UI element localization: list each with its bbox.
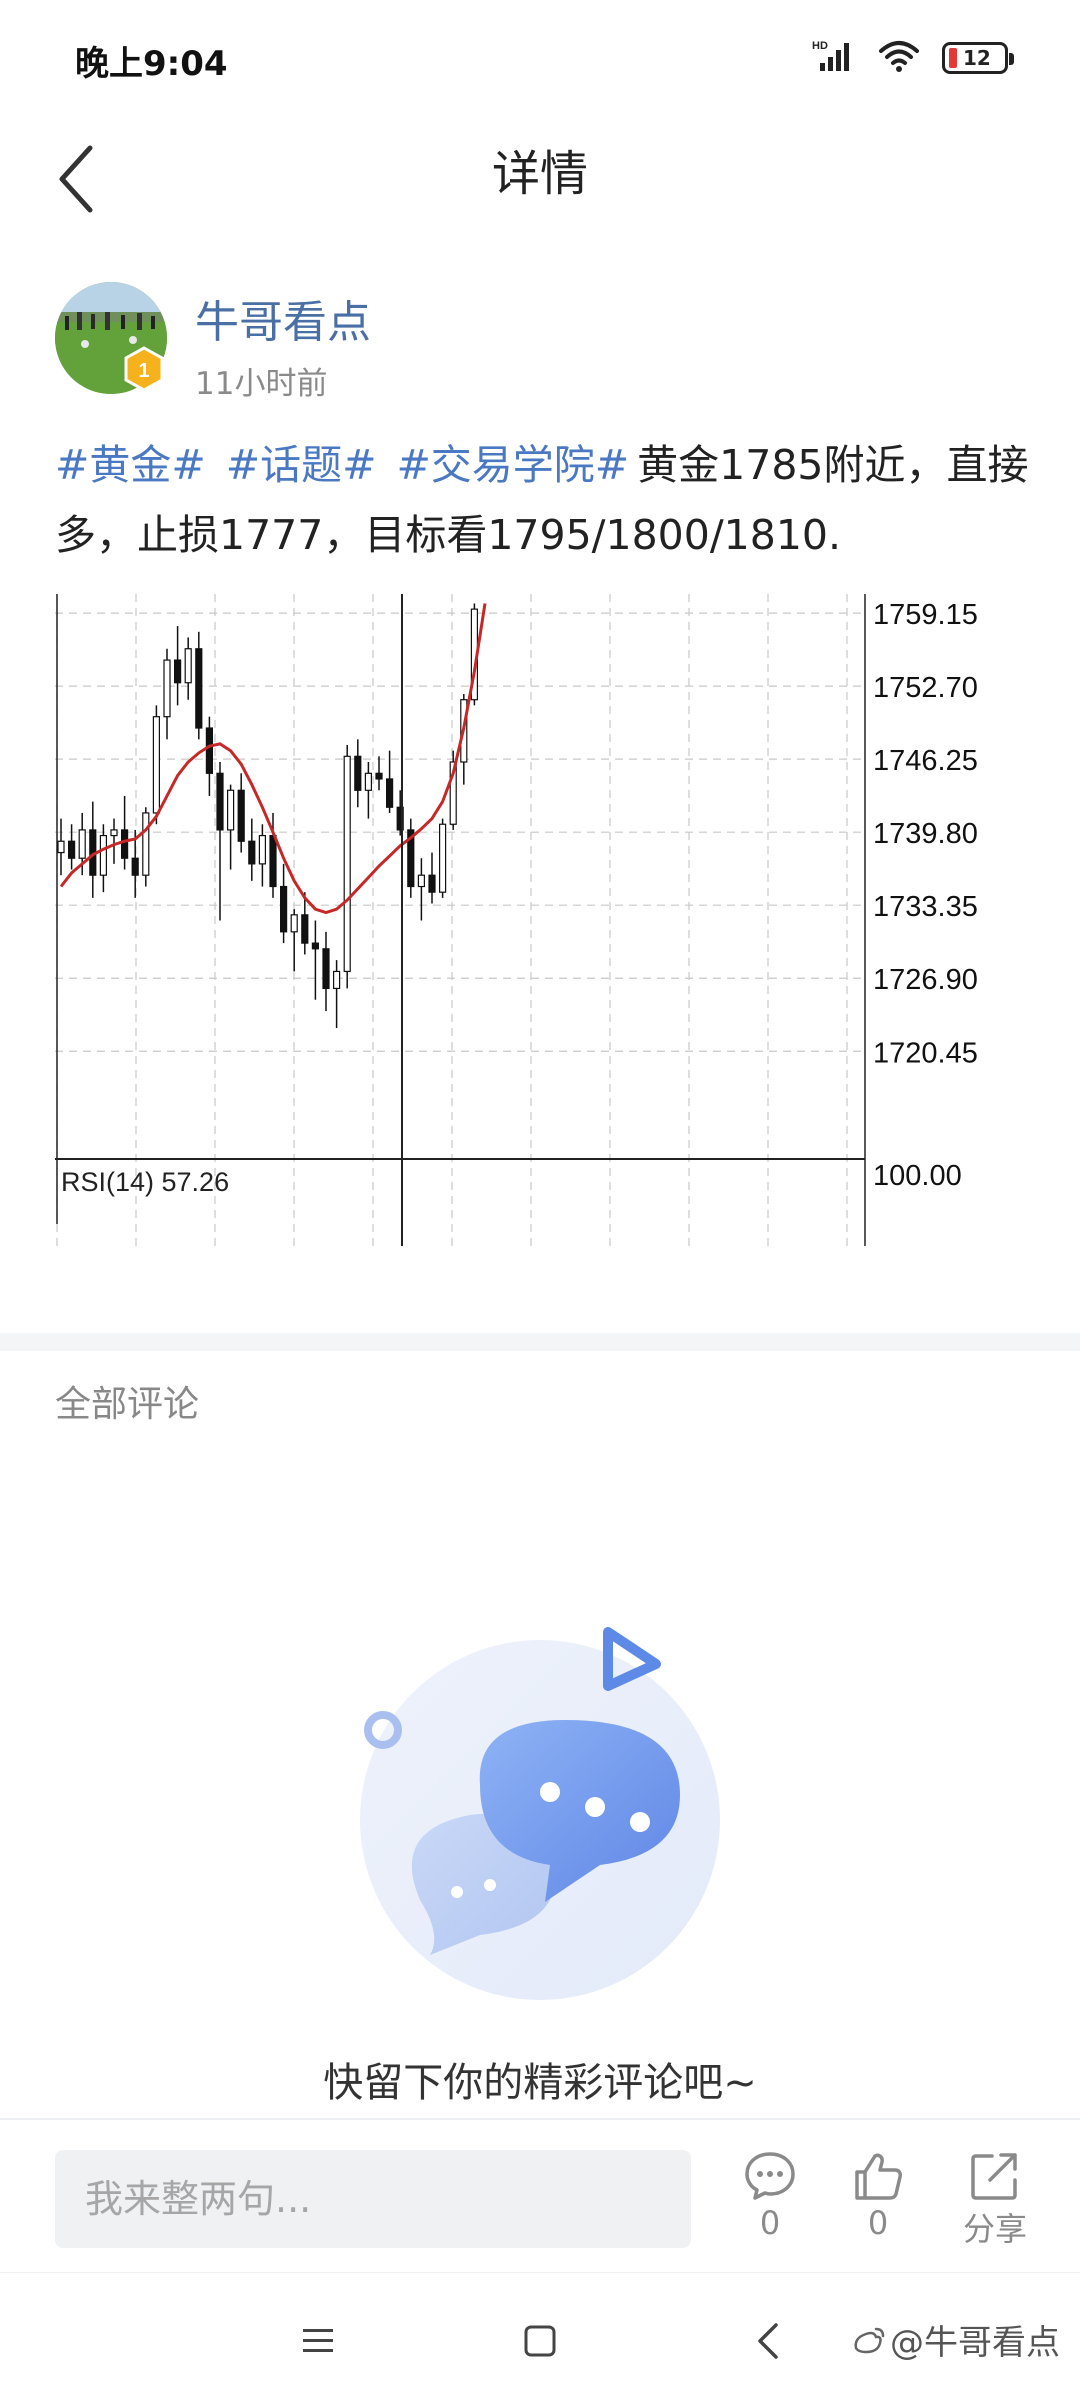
indicator-label: RSI(14) 57.26 [61, 1167, 229, 1197]
candle [333, 970, 341, 990]
wifi-icon [878, 39, 920, 77]
weibo-logo-icon [854, 2327, 885, 2353]
y-tick-label: 1746.25 [873, 745, 978, 777]
y-tick-label: 1720.45 [873, 1037, 978, 1069]
home-icon [524, 2325, 556, 2357]
candle [57, 840, 65, 854]
candle [280, 885, 288, 933]
thumbs-up-icon [855, 2153, 902, 2200]
y-tick-label: 1752.70 [873, 672, 978, 704]
candle [439, 823, 447, 893]
candle [258, 834, 266, 865]
candle [248, 840, 256, 865]
share-icon [971, 2153, 1017, 2200]
indicator-tick-label: 100.00 [873, 1160, 962, 1192]
post-time: 11小时前 [195, 366, 328, 402]
post-author: 1 牛哥看点 11小时前 [55, 282, 1035, 402]
comment-icon [745, 2152, 795, 2200]
empty-comments-illustration [350, 1620, 730, 2010]
candle [301, 914, 309, 944]
watermark: @牛哥看点 [852, 2315, 1060, 2364]
battery-icon: 12 [942, 42, 1014, 74]
candle [152, 716, 161, 814]
candle [269, 834, 277, 888]
candle [237, 789, 245, 842]
home-button[interactable] [510, 2311, 570, 2371]
system-back-button[interactable] [738, 2311, 798, 2371]
candle [173, 659, 182, 684]
candle [163, 659, 171, 718]
candle [205, 727, 213, 774]
menu-button[interactable] [288, 2311, 348, 2371]
bottom-action-bar: 0 0 分享 [0, 2118, 1080, 2270]
section-divider [0, 1333, 1080, 1351]
comments-title: 全部评论 [55, 1384, 200, 1425]
signal-icon: HD [812, 39, 856, 77]
battery-percentage: 12 [963, 46, 991, 70]
comment-count: 0 [759, 2204, 781, 2242]
candle [110, 829, 118, 837]
share-button[interactable]: 分享 [945, 2150, 1045, 2250]
post-content: #黄金# #话题# #交易学院# 黄金1785附近，直接多，止损1777，目标看179… [55, 430, 1030, 570]
like-button[interactable]: 0 [828, 2150, 928, 2250]
author-name[interactable]: 牛哥看点 [195, 286, 371, 350]
battery-level [949, 48, 957, 68]
level-number: 1 [138, 360, 149, 382]
candle [322, 948, 330, 990]
candle [195, 648, 203, 729]
candle [68, 840, 76, 859]
hashtag-topic[interactable]: #话题# [226, 441, 377, 489]
y-tick-label: 1739.80 [873, 818, 978, 850]
network-type-label: HD [812, 40, 828, 52]
candle [142, 812, 150, 876]
candle [227, 789, 235, 831]
candle [386, 778, 394, 808]
menu-icon [303, 2329, 333, 2352]
comment-input[interactable] [55, 2150, 691, 2248]
comment-button[interactable]: 0 [720, 2150, 820, 2250]
candle [131, 857, 139, 876]
candle [184, 648, 192, 684]
y-tick-label: 1726.90 [873, 964, 978, 996]
candle [78, 829, 86, 859]
candle [216, 772, 224, 831]
price-chart[interactable]: 1759.15 1752.70 1746.25 1739.80 1733.35 1726.… [55, 594, 1015, 1246]
page-title: 详情 [491, 146, 588, 202]
level-badge: 1 [124, 346, 164, 392]
y-tick-label: 1759.15 [873, 599, 978, 631]
status-icons: HD 12 [812, 38, 1014, 78]
hashtag-trading-academy[interactable]: #交易学院# [396, 441, 629, 489]
empty-comments-text: 快留下你的精彩评论吧~ [323, 2060, 757, 2106]
candle [99, 834, 108, 876]
candle [290, 914, 298, 933]
watermark-text: @牛哥看点 [890, 2323, 1060, 2363]
candle [375, 772, 383, 780]
status-time: 晚上9:04 [75, 44, 228, 84]
navigation-bar: 详情 [0, 118, 1080, 278]
candle [428, 874, 436, 893]
like-count: 0 [867, 2204, 889, 2242]
status-bar: 晚上9:04 HD 12 [0, 0, 1080, 118]
candle [364, 772, 372, 791]
share-label: 分享 [962, 2210, 1027, 2248]
candle [120, 829, 129, 859]
candlestick-chart: 1759.15 1752.70 1746.25 1739.80 1733.35 1726.… [55, 594, 978, 1246]
system-navigation-bar: @牛哥看点 [0, 2272, 1080, 2400]
back-arrow-icon [758, 2323, 778, 2359]
candle [354, 755, 362, 791]
candle [311, 942, 319, 950]
hashtag-gold[interactable]: #黄金# [55, 441, 206, 489]
candle [343, 755, 351, 973]
candle [417, 874, 425, 888]
y-tick-label: 1733.35 [873, 891, 978, 923]
